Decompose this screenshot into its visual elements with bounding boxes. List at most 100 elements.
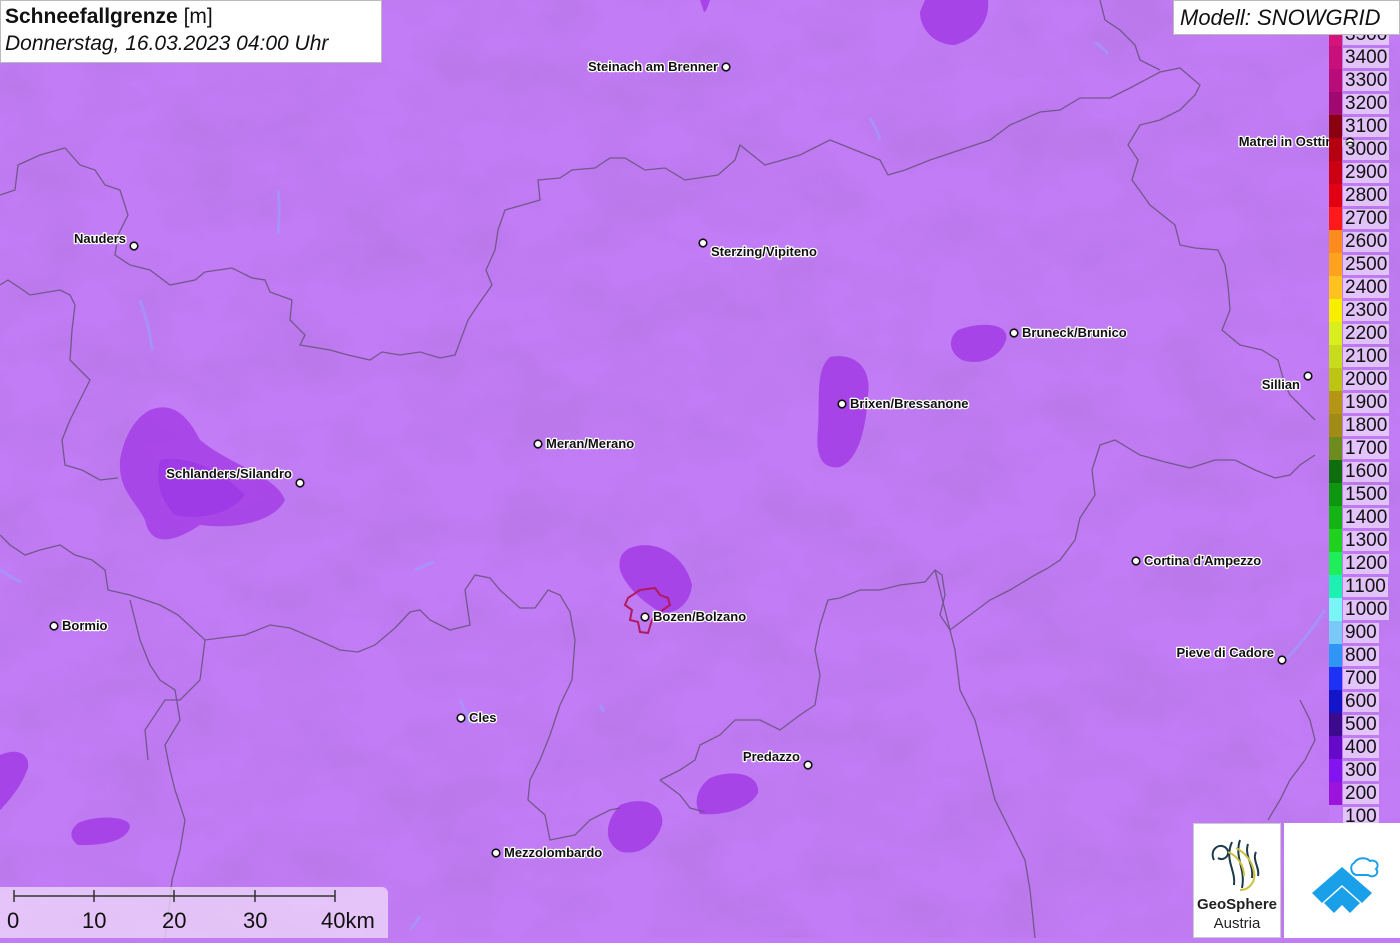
legend-swatch xyxy=(1329,759,1342,782)
city-mezzolombardo: Mezzolombardo xyxy=(491,844,604,861)
city-marker xyxy=(491,848,501,858)
legend-row-400: 400 xyxy=(1329,736,1400,759)
legend-label: 1000 xyxy=(1343,599,1390,620)
legend-label: 2800 xyxy=(1343,185,1390,206)
city-marker xyxy=(721,62,731,72)
city-bruneck-brunico: Bruneck/Brunico xyxy=(1009,324,1128,341)
legend-row-800: 800 xyxy=(1329,644,1400,667)
geosphere-logo-line2: Austria xyxy=(1213,915,1261,932)
geosphere-austria-logo[interactable]: GeoSphere Austria xyxy=(1193,823,1281,938)
legend-label: 2400 xyxy=(1343,277,1390,298)
scale-tick-10: 10 xyxy=(82,908,107,933)
legend-swatch xyxy=(1329,253,1342,276)
parameter-name: Schneefallgrenze xyxy=(5,5,178,28)
legend-swatch xyxy=(1329,322,1342,345)
map-title: Schneefallgrenze [m] xyxy=(5,4,381,30)
city-steinach-am-brenner: Steinach am Brenner xyxy=(587,58,731,75)
legend-label: 600 xyxy=(1343,691,1379,712)
snowgrid-logo[interactable] xyxy=(1284,823,1400,938)
legend-swatch xyxy=(1329,92,1342,115)
legend-swatch xyxy=(1329,644,1342,667)
legend-swatch xyxy=(1329,529,1342,552)
model-label: Modell: SNOWGRID xyxy=(1173,0,1400,35)
city-marker xyxy=(1009,328,1019,338)
legend-row-2200: 2200 xyxy=(1329,322,1400,345)
legend-swatch xyxy=(1329,345,1342,368)
city-marker xyxy=(803,760,813,770)
legend-swatch xyxy=(1329,598,1342,621)
city-label: Sterzing/Vipiteno xyxy=(711,244,817,259)
legend-swatch xyxy=(1329,713,1342,736)
legend-swatch xyxy=(1329,230,1342,253)
legend-row-2300: 2300 xyxy=(1329,299,1400,322)
city-bozen-bolzano: Bozen/Bolzano xyxy=(640,608,747,625)
geosphere-logo-line1: GeoSphere xyxy=(1196,896,1278,913)
legend-swatch xyxy=(1329,115,1342,138)
legend-swatch xyxy=(1329,276,1342,299)
legend-row-2000: 2000 xyxy=(1329,368,1400,391)
legend-row-1400: 1400 xyxy=(1329,506,1400,529)
city-brixen-bressanone: Brixen/Bressanone xyxy=(837,395,970,412)
legend-swatch xyxy=(1329,368,1342,391)
snowfall-line-map[interactable]: Steinach am Brenner Nauders Sterzing/Vipit… xyxy=(0,0,1400,938)
legend-swatch xyxy=(1329,414,1342,437)
legend-row-1700: 1700 xyxy=(1329,437,1400,460)
legend-swatch xyxy=(1329,207,1342,230)
city-marker xyxy=(640,612,650,622)
legend-label: 2100 xyxy=(1343,346,1390,367)
parameter-unit: [m] xyxy=(183,5,213,28)
legend-swatch xyxy=(1329,299,1342,322)
legend-label: 2600 xyxy=(1343,231,1390,252)
legend-label: 3000 xyxy=(1343,139,1390,160)
map-title-box: Schneefallgrenze [m] Donnerstag, 16.03.2… xyxy=(0,0,382,63)
legend-row-1000: 1000 xyxy=(1329,598,1400,621)
legend-swatch xyxy=(1329,46,1342,69)
city-label: Bormio xyxy=(62,618,108,633)
legend-swatch xyxy=(1329,736,1342,759)
city-marker xyxy=(837,399,847,409)
legend-row-3500: 3500 xyxy=(1329,35,1400,46)
legend-label: 2300 xyxy=(1343,300,1390,321)
legend-row-1300: 1300 xyxy=(1329,529,1400,552)
legend-swatch xyxy=(1329,506,1342,529)
legend-row-1500: 1500 xyxy=(1329,483,1400,506)
scale-bar: 0 10 20 30 40km xyxy=(0,887,388,938)
legend-row-2700: 2700 xyxy=(1329,207,1400,230)
legend-label: 1700 xyxy=(1343,438,1390,459)
legend-row-2100: 2100 xyxy=(1329,345,1400,368)
legend-label: 1900 xyxy=(1343,392,1390,413)
legend-row-500: 500 xyxy=(1329,713,1400,736)
city-label: Cortina d'Ampezzo xyxy=(1144,553,1261,568)
forecast-datetime: Donnerstag, 16.03.2023 04:00 Uhr xyxy=(5,32,329,55)
legend-label: 1400 xyxy=(1343,507,1390,528)
legend-label: 700 xyxy=(1343,668,1379,689)
legend-row-1100: 1100 xyxy=(1329,575,1400,598)
legend-row-200: 200 xyxy=(1329,782,1400,805)
legend-swatch xyxy=(1329,621,1342,644)
city-label: Predazzo xyxy=(743,749,800,764)
legend-label: 1300 xyxy=(1343,530,1390,551)
legend-label: 2200 xyxy=(1343,323,1390,344)
city-marker xyxy=(129,241,139,251)
geosphere-emblem-icon xyxy=(1211,839,1260,891)
legend-row-2400: 2400 xyxy=(1329,276,1400,299)
legend-label: 2700 xyxy=(1343,208,1390,229)
city-marker xyxy=(1131,556,1141,566)
city-label: Meran/Merano xyxy=(546,436,634,451)
city-label: Bozen/Bolzano xyxy=(653,609,746,624)
legend-row-1900: 1900 xyxy=(1329,391,1400,414)
legend-label: 2900 xyxy=(1343,162,1390,183)
legend-label: 3400 xyxy=(1343,47,1390,68)
snowgrid-arrow-icon xyxy=(1312,857,1379,913)
legend-row-3100: 3100 xyxy=(1329,115,1400,138)
city-marker xyxy=(49,621,59,631)
city-label: Nauders xyxy=(74,231,126,246)
legend-label: 1100 xyxy=(1343,576,1388,597)
legend-swatch xyxy=(1329,391,1342,414)
scale-tick-20: 20 xyxy=(162,908,187,933)
legend-swatch xyxy=(1329,69,1342,92)
city-marker xyxy=(456,713,466,723)
scale-tick-40km: 40km xyxy=(321,908,375,933)
legend-row-2600: 2600 xyxy=(1329,230,1400,253)
city-marker xyxy=(295,478,305,488)
